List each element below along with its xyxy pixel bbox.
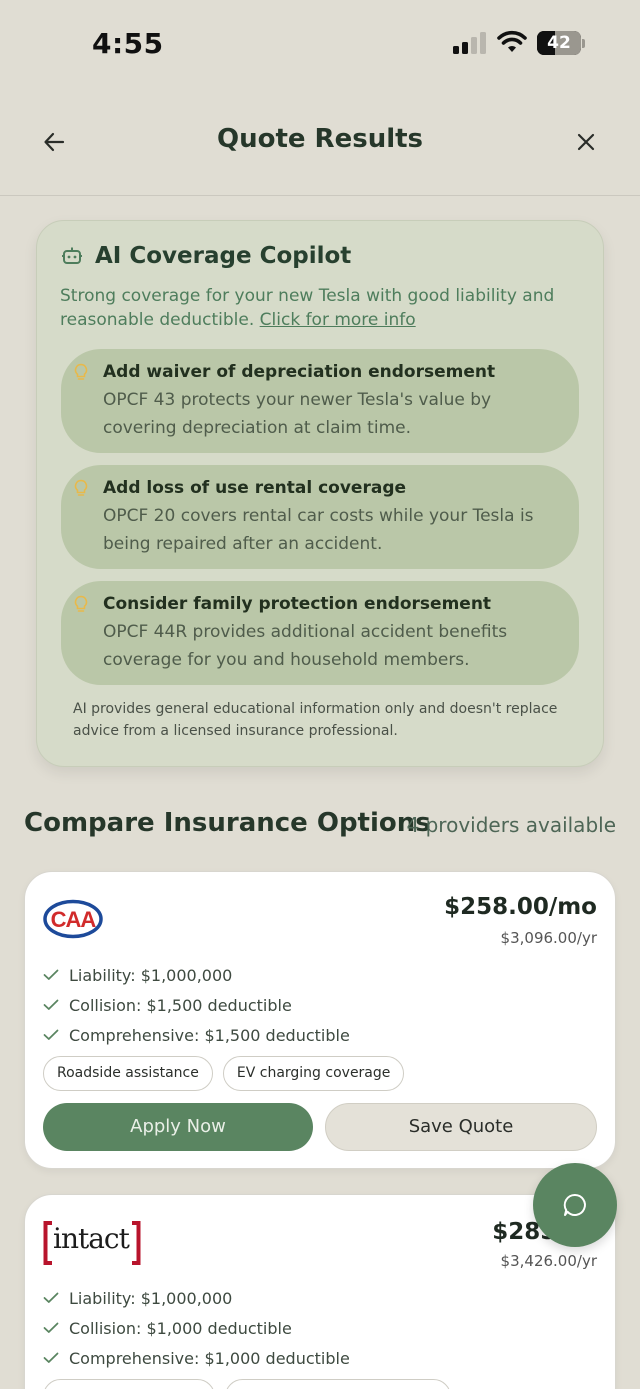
- perk-chips: [43, 1379, 451, 1389]
- feature-list: Liability: $1,000,000 Collision: $1,000 …: [43, 1283, 350, 1373]
- feature-text: Liability: $1,000,000: [69, 965, 233, 985]
- lightbulb-icon: [74, 595, 88, 612]
- chip-ev-charging[interactable]: EV charging coverage: [222, 1056, 405, 1091]
- lightbulb-icon: [74, 363, 88, 380]
- feature-item: Collision: $1,000 deductible: [43, 1313, 350, 1343]
- feature-text: Collision: $1,000 deductible: [69, 1318, 292, 1338]
- lightbulb-icon: [74, 479, 88, 496]
- tip-body: OPCF 44R provides additional accident be…: [103, 622, 508, 670]
- feature-item: Liability: $1,000,000: [43, 1283, 350, 1313]
- battery-icon: 42: [537, 31, 581, 55]
- save-quote-button[interactable]: Save Quote: [325, 1103, 597, 1151]
- copilot-header: AI Coverage Copilot: [61, 243, 351, 269]
- chip[interactable]: [225, 1379, 451, 1389]
- check-icon: [43, 999, 59, 1010]
- intact-logo-text: intact: [53, 1222, 130, 1255]
- check-icon: [43, 1322, 59, 1333]
- chat-button[interactable]: [533, 1163, 617, 1247]
- provider-card-intact: intact $285.50 $3,426.00/yr Liability: $…: [24, 1194, 616, 1389]
- copilot-title: AI Coverage Copilot: [95, 243, 352, 269]
- status-bar: 4:55 42: [0, 0, 640, 88]
- check-icon: [43, 1029, 59, 1040]
- tip-title: Add loss of use rental coverage: [103, 478, 407, 498]
- feature-text: Comprehensive: $1,500 deductible: [69, 1025, 350, 1045]
- intact-logo: intact: [43, 1221, 141, 1265]
- perk-chips: Roadside assistance EV charging coverage: [43, 1056, 405, 1091]
- caa-logo: CAA: [43, 899, 103, 939]
- intact-logo-bracket-left: [43, 1221, 52, 1265]
- price-yearly: $3,426.00/yr: [500, 1252, 597, 1270]
- apply-now-button[interactable]: Apply Now: [43, 1103, 313, 1151]
- ai-disclaimer: AI provides general educational informat…: [73, 701, 558, 739]
- robot-icon: [62, 247, 82, 264]
- battery-level: 42: [547, 33, 571, 53]
- chip-roadside-assistance[interactable]: Roadside assistance: [43, 1056, 213, 1091]
- feature-text: Collision: $1,500 deductible: [69, 995, 292, 1015]
- chip[interactable]: [43, 1379, 215, 1389]
- battery-cap: [582, 39, 585, 48]
- tip-body: OPCF 20 covers rental car costs while yo…: [103, 506, 534, 554]
- copilot-summary: Strong coverage for your new Tesla with …: [60, 284, 580, 332]
- check-icon: [43, 969, 59, 980]
- tip-title: Consider family protection endorsement: [103, 594, 492, 614]
- wifi-icon: [497, 30, 527, 52]
- feature-item: Comprehensive: $1,000 deductible: [43, 1343, 350, 1373]
- more-info-link[interactable]: Click for more info: [260, 310, 416, 330]
- check-icon: [43, 1292, 59, 1303]
- compare-title: Compare Insurance Options: [24, 808, 431, 838]
- ai-copilot-card: AI Coverage Copilot Strong coverage for …: [36, 220, 604, 767]
- feature-item: Liability: $1,000,000: [43, 960, 350, 990]
- tip-body: OPCF 43 protects your newer Tesla's valu…: [103, 390, 492, 438]
- feature-text: Liability: $1,000,000: [69, 1288, 233, 1308]
- tip-card[interactable]: Add loss of use rental coverage OPCF 20 …: [61, 465, 579, 569]
- tip-title: Add waiver of depreciation endorsement: [103, 362, 496, 382]
- close-button[interactable]: [568, 124, 604, 160]
- chat-bubble-icon: [563, 1193, 586, 1216]
- price-monthly: $258.00/mo: [444, 894, 597, 920]
- signal-icon: [453, 32, 487, 54]
- feature-text: Comprehensive: $1,000 deductible: [69, 1348, 350, 1368]
- feature-item: Comprehensive: $1,500 deductible: [43, 1020, 350, 1050]
- page-title: Quote Results: [216, 124, 424, 154]
- price-yearly: $3,096.00/yr: [500, 929, 597, 947]
- tip-card[interactable]: Consider family protection endorsement O…: [61, 581, 579, 685]
- caa-logo-text: CAA: [51, 907, 97, 932]
- status-time: 4:55: [92, 27, 164, 60]
- intact-logo-bracket-right: [132, 1221, 141, 1265]
- feature-list: Liability: $1,000,000 Collision: $1,500 …: [43, 960, 350, 1050]
- providers-count: 4 providers available: [406, 813, 616, 837]
- check-icon: [43, 1352, 59, 1363]
- header: Quote Results: [0, 100, 640, 196]
- tip-card[interactable]: Add waiver of depreciation endorsement O…: [61, 349, 579, 453]
- feature-item: Collision: $1,500 deductible: [43, 990, 350, 1020]
- close-icon: [577, 133, 595, 151]
- provider-card-caa: CAA $258.00/mo $3,096.00/yr Liability: $…: [24, 871, 616, 1169]
